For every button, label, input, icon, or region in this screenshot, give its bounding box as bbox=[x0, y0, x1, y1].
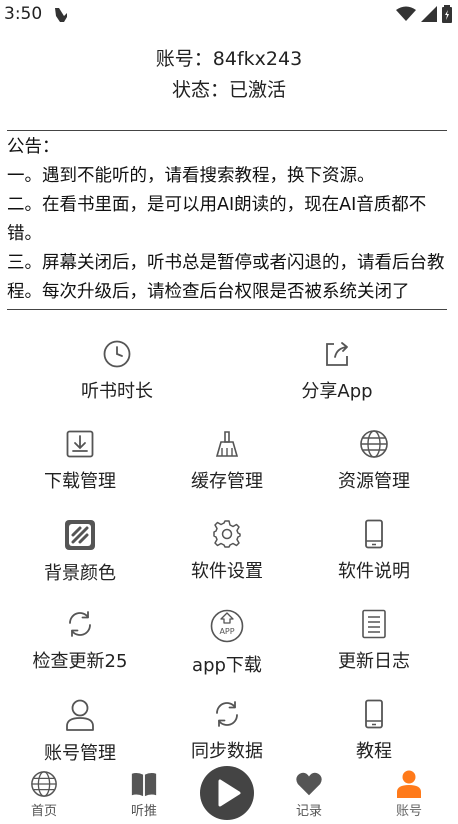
update-log-button[interactable]: 更新日志 bbox=[299, 603, 449, 693]
background-color-button[interactable]: 背景颜色 bbox=[5, 513, 155, 603]
gear-icon bbox=[213, 520, 241, 548]
app-download-icon: APP bbox=[210, 609, 244, 643]
log-icon bbox=[362, 609, 386, 639]
listen-duration-label: 听书时长 bbox=[81, 381, 153, 402]
notice-title: 公告： bbox=[7, 137, 60, 157]
bottom-nav: 首页 听推 记录 账号 bbox=[0, 762, 458, 820]
wifi-icon bbox=[396, 6, 416, 21]
resource-manage-label: 资源管理 bbox=[338, 471, 410, 492]
update-log-label: 更新日志 bbox=[338, 651, 410, 672]
notification-app-icon bbox=[55, 8, 67, 22]
clock-icon bbox=[103, 340, 131, 368]
download-icon bbox=[66, 430, 94, 458]
resource-manage-button[interactable]: 资源管理 bbox=[299, 423, 449, 513]
play-button[interactable] bbox=[200, 766, 254, 820]
sync-icon bbox=[216, 701, 238, 727]
tablet-icon bbox=[365, 699, 383, 729]
listen-duration-button[interactable]: 听书时长 bbox=[42, 333, 192, 423]
battery-icon bbox=[442, 5, 452, 23]
nav-home[interactable]: 首页 bbox=[9, 762, 79, 819]
notice-line-2: 二。在看书里面，是可以用AI朗读的，现在AI音质都不错。 bbox=[7, 195, 427, 244]
check-update-label: 检查更新25 bbox=[32, 651, 128, 672]
software-guide-button[interactable]: 软件说明 bbox=[299, 513, 449, 603]
software-settings-label: 软件设置 bbox=[191, 561, 263, 582]
app-download-button[interactable]: APP app下载 bbox=[152, 603, 302, 693]
app-icon-text: APP bbox=[219, 627, 234, 636]
share-app-label: 分享App bbox=[301, 381, 373, 402]
nav-recommend[interactable]: 听推 bbox=[109, 762, 179, 819]
software-guide-label: 软件说明 bbox=[338, 561, 410, 582]
nav-records[interactable]: 记录 bbox=[274, 762, 344, 819]
download-manage-button[interactable]: 下载管理 bbox=[5, 423, 155, 513]
cache-manage-label: 缓存管理 bbox=[191, 471, 263, 492]
globe-icon bbox=[31, 771, 57, 797]
app-download-label: app下载 bbox=[192, 655, 262, 676]
notice-panel: 公告： 一。遇到不能听的，请看搜索教程，换下资源。 二。在看书里面，是可以用AI… bbox=[7, 130, 447, 310]
heart-icon bbox=[296, 772, 322, 796]
status-time: 3:50 bbox=[4, 4, 43, 24]
signal-icon bbox=[421, 6, 437, 22]
cache-manage-button[interactable]: 缓存管理 bbox=[152, 423, 302, 513]
notice-line-1: 一。遇到不能听的，请看搜索教程，换下资源。 bbox=[7, 166, 375, 186]
nav-account[interactable]: 账号 bbox=[374, 762, 444, 819]
refresh-icon bbox=[69, 611, 91, 637]
account-id: 账号：84fkx243 bbox=[155, 48, 303, 70]
status-bar: 3:50 bbox=[0, 0, 458, 30]
broom-icon bbox=[215, 431, 239, 457]
download-manage-label: 下载管理 bbox=[44, 471, 116, 492]
nav-account-label: 账号 bbox=[395, 804, 422, 819]
sync-data-label: 同步数据 bbox=[191, 741, 263, 762]
status-indicators bbox=[396, 5, 452, 23]
nav-recommend-label: 听推 bbox=[130, 804, 157, 819]
book-icon bbox=[131, 772, 157, 797]
play-icon bbox=[218, 779, 241, 807]
user-icon bbox=[397, 770, 421, 798]
phone-icon bbox=[365, 519, 383, 549]
nav-records-label: 记录 bbox=[295, 804, 322, 819]
palette-icon bbox=[65, 520, 95, 550]
notice-line-3: 三。屏幕关闭后，听书总是暂停或者闪退的，请看后台教程。每次升级后，请检查后台权限… bbox=[7, 253, 445, 302]
account-info: 账号：84fkx243 状态：已激活 bbox=[0, 44, 458, 106]
account-status: 状态：已激活 bbox=[171, 79, 286, 101]
globe-icon bbox=[360, 430, 388, 458]
tutorial-label: 教程 bbox=[356, 741, 392, 762]
user-icon bbox=[66, 699, 94, 731]
share-icon bbox=[326, 342, 348, 366]
check-update-button[interactable]: 检查更新25 bbox=[5, 603, 155, 693]
nav-home-label: 首页 bbox=[30, 804, 57, 819]
background-color-label: 背景颜色 bbox=[44, 563, 116, 584]
software-settings-button[interactable]: 软件设置 bbox=[152, 513, 302, 603]
share-app-button[interactable]: 分享App bbox=[262, 333, 412, 423]
